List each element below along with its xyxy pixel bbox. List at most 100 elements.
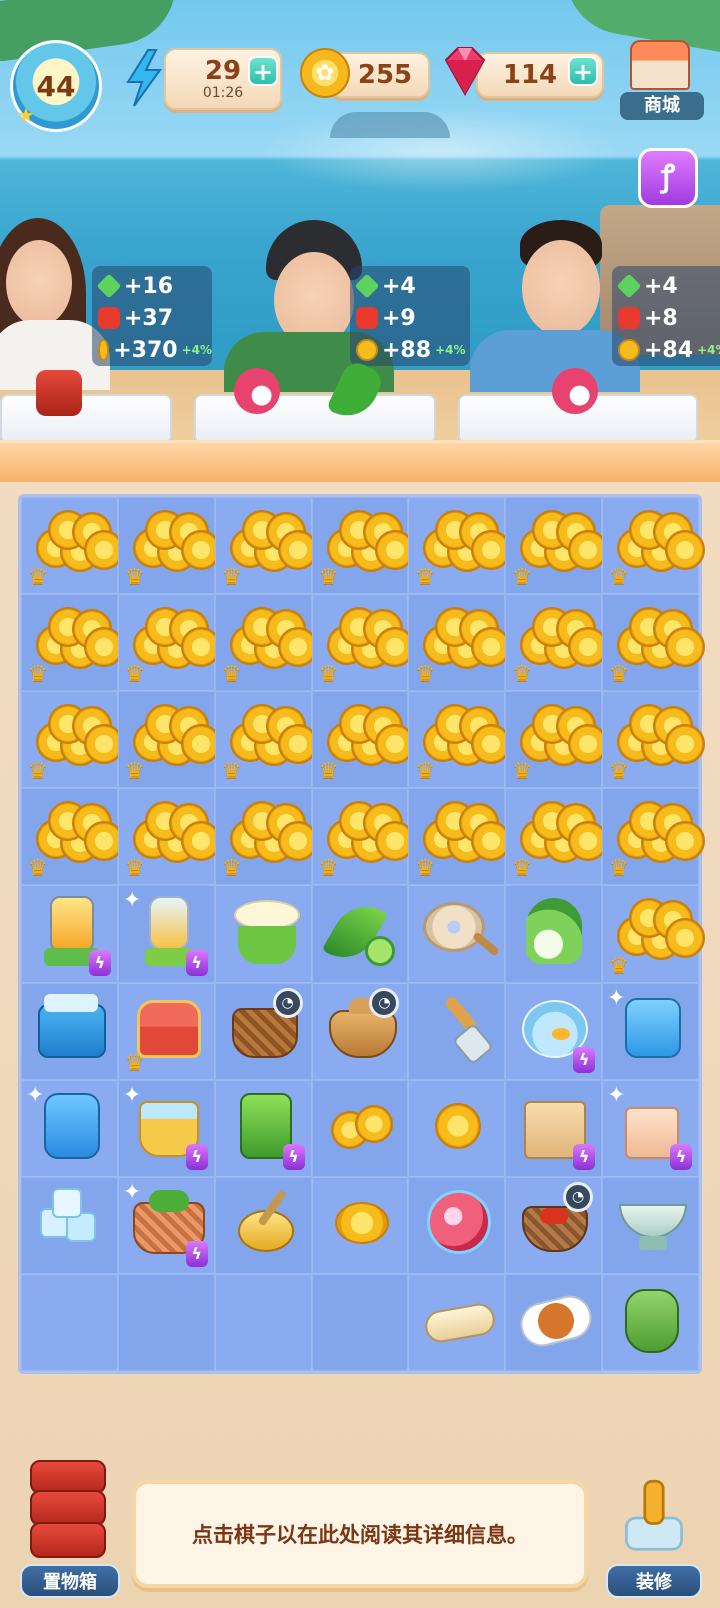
board-cell[interactable]: ♛ [602, 691, 706, 789]
water-bucket-piece[interactable]: ϟ ✦ [123, 1083, 208, 1170]
fridge-piece[interactable]: ✦ [26, 1083, 105, 1162]
storage-box-button[interactable] [22, 1460, 114, 1570]
coins-piece[interactable]: ♛ [222, 508, 318, 589]
board-cell[interactable]: ♛ [602, 497, 706, 595]
coins-piece[interactable]: ♛ [512, 702, 609, 783]
picnic-basket-piece[interactable]: ◔ [228, 987, 303, 1065]
board-cell[interactable]: ♛ [21, 788, 124, 886]
okra-piece[interactable] [321, 894, 396, 971]
board-cell[interactable] [311, 1079, 409, 1177]
board-cell[interactable]: ϟ ✦ [117, 1079, 215, 1177]
decorate-button[interactable] [604, 1472, 704, 1572]
board-cell[interactable]: ♛ [602, 788, 706, 886]
tea-kettle-piece[interactable] [615, 1285, 686, 1356]
coins-piece[interactable]: ♛ [415, 799, 512, 880]
single-coin-piece[interactable] [421, 1091, 492, 1162]
decorate-label[interactable]: 装修 [606, 1564, 702, 1598]
whisk-bowl-piece[interactable] [228, 1188, 299, 1259]
coins-piece[interactable]: ♛ [125, 605, 221, 686]
coin-stack-piece[interactable] [325, 1188, 396, 1259]
board-cell[interactable] [117, 1273, 215, 1371]
board-cell[interactable]: ✦ [21, 1079, 118, 1177]
coins-piece[interactable]: ♛ [125, 702, 221, 783]
board-cell[interactable]: ♛ [505, 691, 609, 789]
coins-piece[interactable]: ♛ [125, 799, 221, 880]
fishbowl-piece[interactable]: ϟ [518, 994, 596, 1073]
board-cell[interactable]: ♛ [408, 497, 512, 595]
coins-piece[interactable]: ♛ [222, 799, 318, 880]
board-cell[interactable]: ♛ [311, 594, 415, 692]
coins-piece[interactable]: ♛ [222, 605, 318, 686]
board-cell[interactable]: ♛ [311, 497, 415, 595]
board-cell[interactable]: ♛ [602, 594, 706, 692]
board-cell[interactable] [505, 885, 603, 983]
board-cell[interactable] [311, 1273, 409, 1371]
coffee-machine-piece[interactable]: ϟ [228, 1091, 305, 1170]
board-cell[interactable]: ♛ [505, 497, 609, 595]
board-cell[interactable] [408, 1176, 506, 1274]
board-cell[interactable]: ♛ [311, 788, 415, 886]
board-cell[interactable]: ϟ ✦ [117, 1176, 215, 1274]
board-cell[interactable]: ♛ [408, 594, 512, 692]
board-cell[interactable] [21, 1176, 118, 1274]
board-cell[interactable]: ϟ [214, 1079, 312, 1177]
gift-bag-piece[interactable]: ϟ ✦ [607, 1083, 692, 1170]
coins-piece[interactable]: ♛ [319, 702, 415, 783]
shop-button[interactable]: 商城 [620, 40, 704, 122]
board-cell[interactable]: ♛ [117, 982, 215, 1080]
coins-piece[interactable]: ♛ [609, 896, 706, 977]
board-cell[interactable]: ♛ [602, 885, 706, 983]
magic-orb-piece[interactable] [421, 1188, 492, 1259]
coins-piece[interactable]: ♛ [319, 605, 415, 686]
board-cell[interactable]: ♛ [117, 788, 221, 886]
board-cell[interactable]: ♛ [408, 691, 512, 789]
board-cell[interactable]: ϟ ✦ [602, 1079, 699, 1177]
board-cell[interactable]: ♛ [408, 788, 512, 886]
chili-basket-piece[interactable]: ◔ [518, 1181, 594, 1259]
board-cell[interactable]: ♛ [505, 594, 609, 692]
spatula-piece[interactable] [421, 994, 495, 1065]
board-cell[interactable] [408, 885, 506, 983]
order-counter-1[interactable] [0, 370, 172, 444]
coins-piece[interactable]: ♛ [609, 605, 706, 686]
coins-piece[interactable]: ♛ [512, 799, 609, 880]
board-cell[interactable]: ✦ [602, 982, 699, 1080]
boost-button[interactable]: ꝭ [638, 148, 698, 208]
board-cell[interactable] [408, 1079, 506, 1177]
board-cell[interactable]: ϟ [505, 1079, 603, 1177]
coins-piece[interactable]: ♛ [512, 605, 609, 686]
board-cell[interactable]: ♛ [311, 691, 415, 789]
board-cell[interactable] [214, 1273, 312, 1371]
board-cell[interactable]: ♛ [21, 594, 124, 692]
coins-piece[interactable]: ♛ [28, 605, 124, 686]
coins-piece[interactable]: ♛ [28, 799, 124, 880]
board-cell[interactable]: ♛ [117, 691, 221, 789]
coins-piece[interactable]: ♛ [609, 702, 706, 783]
board-cell[interactable]: ♛ [214, 691, 318, 789]
board-cell[interactable]: ♛ [21, 691, 124, 789]
juicer-piece[interactable]: ϟ [34, 896, 111, 976]
frying-pan-piece[interactable] [421, 896, 501, 967]
vegetable-basket-piece[interactable]: ϟ ✦ [123, 1180, 208, 1267]
ice-cubes-piece[interactable] [34, 1187, 105, 1259]
board-cell[interactable]: ϟ [21, 885, 118, 983]
board-cell[interactable]: ♛ [117, 594, 221, 692]
player-level-badge[interactable]: 44 ★ [10, 40, 102, 132]
board-cell[interactable]: ◔ [214, 982, 312, 1080]
board-cell[interactable] [408, 982, 506, 1080]
storage-box-label[interactable]: 置物箱 [20, 1564, 120, 1598]
coins-piece[interactable]: ♛ [222, 702, 318, 783]
coins-piece[interactable]: ♛ [415, 508, 512, 589]
coins-piece[interactable]: ♛ [28, 508, 124, 589]
order-counter-2[interactable] [194, 358, 436, 444]
coin-pile-piece[interactable] [325, 1091, 396, 1162]
ceramic-bowl-piece[interactable] [615, 1188, 688, 1259]
coins-piece[interactable]: ♛ [415, 702, 512, 783]
board-cell[interactable] [311, 1176, 409, 1274]
board-cell[interactable] [311, 885, 409, 983]
blender-piece[interactable]: ϟ ✦ [123, 888, 208, 976]
board-cell[interactable]: ♛ [214, 497, 318, 595]
board-cell[interactable]: ♛ [117, 497, 221, 595]
coins-piece[interactable]: ♛ [512, 508, 609, 589]
burrito-piece[interactable] [421, 1285, 498, 1356]
